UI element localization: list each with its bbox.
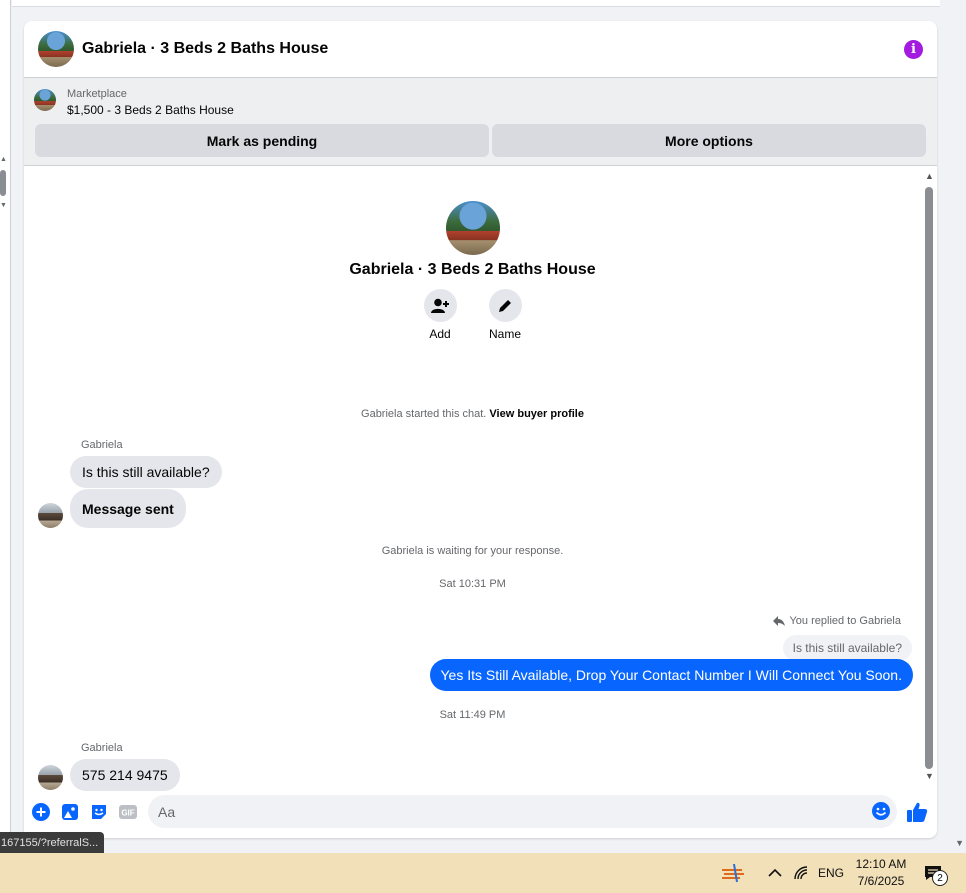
scroll-down-arrow-icon[interactable]: ▼	[925, 771, 934, 781]
nickname-action[interactable]: Name	[488, 289, 522, 341]
chat-window: Gabriela · 3 Beds 2 Baths House i Market…	[24, 21, 937, 838]
sender-name: Gabriela	[81, 742, 123, 754]
pencil-icon[interactable]	[488, 289, 522, 322]
chat-header: Gabriela · 3 Beds 2 Baths House i	[24, 21, 937, 78]
chat-title[interactable]: Gabriela · 3 Beds 2 Baths House	[82, 40, 328, 58]
sender-avatar[interactable]	[38, 503, 63, 528]
reply-note-text: You replied to Gabriela	[789, 615, 901, 627]
conversation-profile: Gabriela · 3 Beds 2 Baths House Add Name	[24, 201, 921, 341]
clock-date: 7/6/2025	[857, 874, 905, 888]
waiting-note: Gabriela is waiting for your response.	[381, 545, 564, 557]
marketplace-label: Marketplace	[67, 88, 127, 100]
network-icon[interactable]	[794, 853, 810, 893]
listing-summary[interactable]: Marketplace $1,500 - 3 Beds 2 Baths Hous…	[34, 87, 234, 119]
add-person-icon[interactable]	[423, 289, 457, 322]
quoted-message[interactable]: Is this still available?	[782, 635, 912, 661]
marketplace-bar: Marketplace $1,500 - 3 Beds 2 Baths Hous…	[24, 78, 937, 166]
add-person-action[interactable]: Add	[423, 289, 457, 341]
page-right-gutter: ▼	[940, 0, 966, 853]
composer: GIF	[24, 792, 937, 832]
add-label: Add	[429, 327, 451, 341]
app-tray-icon[interactable]	[720, 853, 746, 893]
language-indicator[interactable]: ENG	[818, 853, 844, 893]
notification-count-badge: 2	[932, 870, 948, 886]
thumbs-up-icon[interactable]	[906, 801, 928, 823]
photo-icon[interactable]	[61, 803, 79, 821]
name-label: Name	[488, 327, 521, 341]
page-left-scrollbar[interactable]: ▲ ▼	[0, 0, 11, 853]
mark-as-pending-button[interactable]: Mark as pending	[35, 124, 489, 157]
scroll-thumb[interactable]	[925, 187, 933, 769]
scroll-up-arrow-icon[interactable]: ▲	[0, 156, 7, 163]
info-icon[interactable]: i	[904, 39, 923, 59]
sticker-icon[interactable]	[90, 803, 108, 821]
reply-arrow-icon	[773, 616, 786, 626]
gif-icon[interactable]: GIF	[119, 803, 137, 821]
profile-name: Gabriela · 3 Beds 2 Baths House	[349, 261, 596, 278]
incoming-message[interactable]: 575 214 9475	[70, 759, 180, 791]
svg-text:GIF: GIF	[121, 809, 134, 818]
message-input[interactable]	[148, 795, 897, 828]
timestamp: Sat 11:49 PM	[439, 709, 506, 721]
sender-avatar[interactable]	[38, 765, 63, 790]
emoji-icon[interactable]	[872, 802, 890, 820]
contact-avatar[interactable]	[38, 31, 74, 67]
clock-time: 12:10 AM	[855, 857, 907, 871]
message-scrollbar[interactable]: ▲ ▼	[924, 171, 934, 781]
incoming-message[interactable]: Is this still available?	[70, 456, 222, 488]
timestamp: Sat 10:31 PM	[439, 578, 506, 590]
status-bar-url: 167155/?referralS...	[0, 832, 105, 853]
listing-title: $1,500 - 3 Beds 2 Baths House	[67, 103, 234, 117]
scroll-thumb[interactable]	[0, 170, 6, 196]
more-options-button[interactable]: More options	[492, 124, 926, 157]
message-list[interactable]: Gabriela · 3 Beds 2 Baths House Add Name…	[24, 167, 937, 791]
page-scroll-down-icon[interactable]: ▼	[955, 838, 964, 848]
scroll-up-arrow-icon[interactable]: ▲	[925, 171, 934, 181]
reply-note: You replied to Gabriela	[773, 615, 901, 627]
view-buyer-profile-link[interactable]: View buyer profile	[489, 408, 584, 420]
taskbar: ENG 12:10 AM 7/6/2025	[0, 853, 966, 893]
sender-name: Gabriela	[81, 439, 123, 451]
chat-started-text: Gabriela started this chat.	[361, 408, 487, 420]
chat-started-note: Gabriela started this chat. View buyer p…	[24, 408, 921, 420]
incoming-message[interactable]: Message sent	[70, 489, 186, 528]
profile-avatar[interactable]	[445, 201, 500, 255]
outgoing-message[interactable]: Yes Its Still Available, Drop Your Conta…	[429, 659, 913, 691]
listing-thumbnail	[34, 89, 56, 111]
plus-icon[interactable]	[32, 803, 50, 821]
chevron-up-icon[interactable]	[768, 853, 782, 893]
clock[interactable]: 12:10 AM 7/6/2025	[850, 856, 912, 890]
browser-top-edge	[12, 0, 966, 7]
scroll-down-arrow-icon[interactable]: ▼	[0, 202, 7, 209]
